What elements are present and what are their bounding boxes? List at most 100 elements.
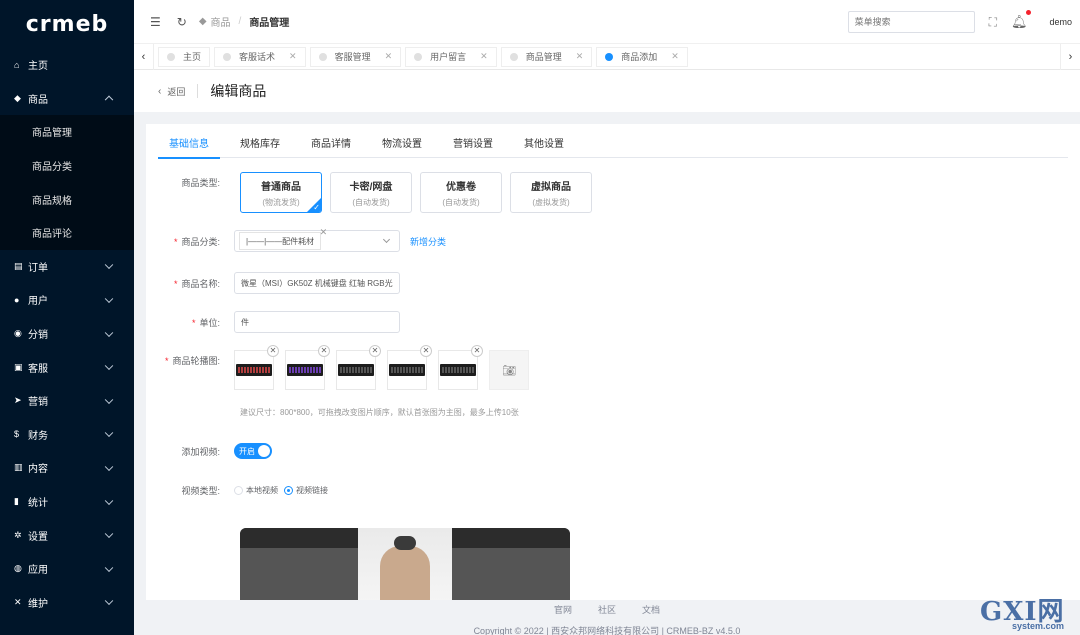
type-card-normal[interactable]: 普通商品 (物流发货) ✓ — [240, 172, 322, 213]
submenu-item-goods-review[interactable]: 商品评论 — [0, 216, 134, 250]
sidebar-item-maintenance[interactable]: ✕ 维护 — [0, 586, 134, 620]
tab-dot — [223, 52, 232, 61]
tab-logistics[interactable]: 物流设置 — [371, 136, 433, 158]
radio-video-link[interactable] — [284, 486, 293, 495]
sidebar-item-service[interactable]: ▣ 客服 — [0, 350, 134, 384]
share-icon: ◉ — [14, 328, 22, 339]
required-mark: * — [173, 236, 178, 247]
close-icon[interactable]: ✕ — [480, 51, 488, 62]
sidebar-item-finance[interactable]: $ 财务 — [0, 418, 134, 452]
top-header: ☰ ↻ ◆ 商品 / 商品管理 ⛶ 🔔︎ demo — [134, 0, 1080, 44]
video-switch[interactable]: 开启 — [234, 443, 272, 459]
tab-goods-manage[interactable]: 商品管理 ✕ — [500, 46, 593, 67]
header-actions: ⛶ 🔔︎ demo — [847, 0, 1080, 44]
close-icon[interactable]: ✕ — [289, 51, 297, 62]
submenu-item-goods-category[interactable]: 商品分类 — [0, 149, 134, 183]
bell-icon[interactable]: 🔔︎ — [1011, 10, 1032, 30]
form-card: 基础信息 规格库存 商品详情 物流设置 营销设置 其他设置 商品类型: 普通商品… — [146, 124, 1080, 600]
close-icon[interactable]: ✕ — [369, 345, 381, 357]
menu-fold-icon[interactable]: ☰ — [150, 15, 161, 29]
sidebar-item-apps[interactable]: ◍ 应用 — [0, 552, 134, 586]
refresh-icon[interactable]: ↻ — [177, 15, 187, 29]
video-type-radio-group: 本地视频 视频链接 — [234, 485, 334, 496]
logo[interactable]: crmeb — [0, 0, 134, 48]
sidebar-item-home[interactable]: ⌂ 主页 — [0, 48, 134, 82]
type-title: 优惠卷 — [446, 181, 476, 193]
unit-input[interactable]: 件 — [234, 311, 400, 333]
type-card-coupon[interactable]: 优惠卷 (自动发货) — [420, 172, 502, 213]
tab-home[interactable]: 主页 — [158, 46, 211, 67]
tab-basic-info[interactable]: 基础信息 — [158, 136, 220, 159]
notification-dot — [1026, 10, 1032, 15]
fullscreen-icon[interactable]: ⛶ — [989, 15, 997, 30]
image-thumb[interactable]: ✕ — [336, 345, 381, 390]
image-thumb[interactable]: ✕ — [438, 345, 483, 390]
sidebar-item-order[interactable]: ▤ 订单 — [0, 250, 134, 284]
category-select[interactable]: |——|——配件耗材 ✕ — [234, 227, 400, 252]
close-icon[interactable]: ✕ — [671, 51, 679, 62]
tabs-scroll-right-icon[interactable]: › — [1060, 43, 1080, 70]
submenu-item-goods-spec[interactable]: 商品规格 — [0, 182, 134, 216]
chevron-down-icon — [104, 596, 114, 606]
sidebar-item-label: 客服 — [28, 363, 48, 375]
tab-spec-stock[interactable]: 规格库存 — [229, 136, 291, 158]
type-card-virtual[interactable]: 虚拟商品 (虚拟发货) — [510, 172, 592, 213]
radio-local-video[interactable] — [234, 486, 243, 495]
tab-goods-add[interactable]: 商品添加 ✕ — [596, 46, 688, 67]
tab-marketing[interactable]: 营销设置 — [442, 136, 504, 158]
required-mark: * — [191, 317, 196, 328]
user-name[interactable]: demo — [1049, 17, 1072, 27]
keyboard-image — [338, 364, 374, 376]
close-icon[interactable]: ✕ — [385, 51, 393, 62]
add-category-link[interactable]: 新增分类 — [410, 235, 446, 248]
sidebar-item-user[interactable]: ● 用户 — [0, 283, 134, 317]
close-icon[interactable]: ✕ — [576, 51, 584, 62]
close-icon[interactable]: ✕ — [471, 345, 483, 357]
sidebar-item-label: 统计 — [28, 498, 48, 510]
video-type-label: 视频类型: — [181, 486, 220, 496]
tab-other[interactable]: 其他设置 — [513, 136, 575, 158]
goods-submenu: 商品管理 商品分类 商品规格 商品评论 — [0, 115, 134, 250]
tabs-bar: ‹ 主页 客服话术 ✕ 客服管理 ✕ 用户留言 ✕ 商品管理 ✕ 商品添加 ✕ … — [134, 43, 1080, 70]
close-icon[interactable]: ✕ — [420, 345, 432, 357]
image-thumb[interactable]: ✕ — [387, 345, 432, 390]
sidebar-item-settings[interactable]: ✲ 设置 — [0, 518, 134, 552]
footer-link-community[interactable]: 社区 — [598, 603, 616, 616]
image-thumb[interactable]: ✕ — [234, 345, 279, 390]
close-icon[interactable]: ✕ — [318, 345, 330, 357]
sidebar-item-distribution[interactable]: ◉ 分销 — [0, 317, 134, 351]
video-preview[interactable] — [240, 528, 570, 600]
tab-goods-detail[interactable]: 商品详情 — [300, 136, 362, 158]
type-title: 普通商品 — [261, 181, 301, 193]
tab-dot — [509, 52, 518, 61]
type-card-card-key[interactable]: 卡密/网盘 (自动发货) — [330, 172, 412, 213]
type-sub: (物流发货) — [262, 197, 300, 207]
image-thumb[interactable]: ✕ — [285, 345, 330, 390]
switch-knob — [258, 445, 270, 457]
close-icon[interactable]: ✕ — [320, 227, 328, 238]
submenu-item-goods-manage[interactable]: 商品管理 — [0, 115, 134, 149]
sidebar: crmeb ⌂ 主页 ◆ 商品 商品管理 商品分类 商品规格 商品评论 ▤ 订单… — [0, 0, 134, 635]
radio-label[interactable]: 视频链接 — [296, 485, 328, 496]
form-row-category: * 商品分类: |——|——配件耗材 ✕ 新增分类 — [146, 227, 446, 252]
tab-service-manage[interactable]: 客服管理 ✕ — [309, 46, 402, 67]
breadcrumb-item[interactable]: 商品 — [211, 14, 231, 29]
product-name-input[interactable]: 微星（MSI）GK50Z 机械键盘 红轴 RGB光 — [234, 272, 400, 294]
radio-label[interactable]: 本地视频 — [246, 485, 278, 496]
gear-icon: ✲ — [14, 529, 22, 540]
menu-search-input[interactable] — [847, 11, 975, 33]
tab-user-message[interactable]: 用户留言 ✕ — [405, 46, 497, 67]
footer-link-official[interactable]: 官网 — [554, 603, 572, 616]
tabs-scroll-left-icon[interactable]: ‹ — [134, 43, 154, 70]
sidebar-item-goods[interactable]: ◆ 商品 — [0, 82, 134, 116]
tab-dot — [605, 52, 614, 61]
footer-link-docs[interactable]: 文档 — [642, 603, 660, 616]
upload-image-button[interactable]: 📷︎ — [489, 350, 529, 390]
tab-service-script[interactable]: 客服话术 ✕ — [214, 46, 306, 67]
sidebar-item-statistics[interactable]: ▮ 统计 — [0, 485, 134, 519]
back-button[interactable]: ‹ 返回 — [158, 85, 185, 98]
book-icon: ▥ — [14, 462, 23, 473]
sidebar-item-content[interactable]: ▥ 内容 — [0, 451, 134, 485]
sidebar-item-marketing[interactable]: ➤ 营销 — [0, 384, 134, 418]
close-icon[interactable]: ✕ — [267, 345, 279, 357]
